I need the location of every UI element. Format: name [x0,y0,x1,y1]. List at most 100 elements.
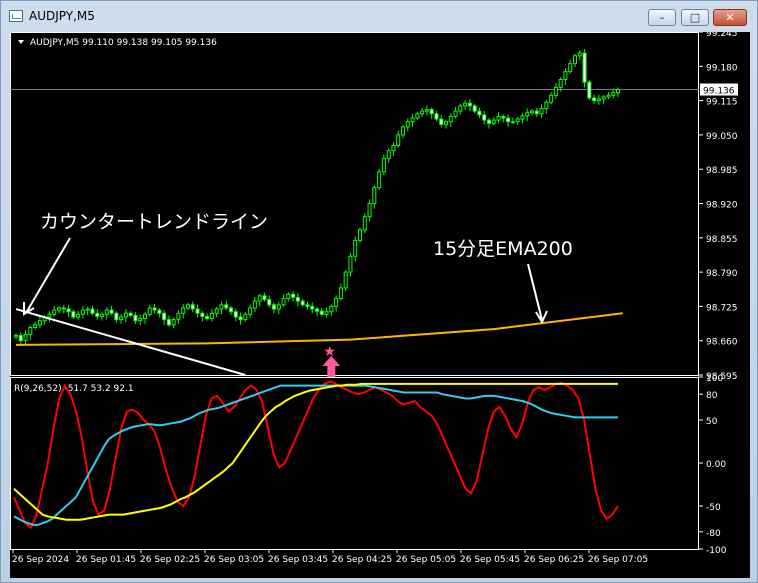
bull-candle [444,121,448,125]
bull-candle [123,312,128,318]
time-tick-label: 26 Sep 01:45 [76,555,136,565]
bear-candle [501,115,506,119]
bull-candle [515,118,520,123]
bull-candle [424,109,429,112]
bear-candle [114,312,119,321]
bull-candle [420,110,425,115]
bull-candle [248,307,253,315]
bull-candle [362,216,367,231]
bear-candle [162,312,167,321]
bull-candle [181,307,186,314]
bull-candle [147,307,152,315]
osc-tick-label: -100 [706,546,727,556]
bull-candle [568,63,573,73]
bull-candle [577,52,582,57]
bull-candle [348,255,353,273]
time-tick-label: 26 Sep 2024 [12,555,69,565]
bear-candle [267,299,272,306]
bear-candle [477,110,482,116]
bull-candle [100,313,104,317]
bear-candle [195,308,200,314]
bear-candle [18,334,23,342]
bear-candle [472,105,477,112]
bull-candle [606,94,611,98]
window-titlebar[interactable]: AUDJPY,M5 – □ ✕ [1,1,757,31]
bull-candle [52,309,57,315]
time-tick-label: 26 Sep 04:25 [332,555,392,565]
bear-candle [439,118,444,125]
bear-candle [467,102,472,107]
close-button[interactable]: ✕ [713,9,747,26]
price-tick-label: 98.725 [706,303,738,313]
bull-candle [496,115,501,121]
bull-candle [252,300,257,309]
price-tick-label: 98.920 [706,201,738,211]
bear-candle [128,312,133,316]
bull-candle [520,115,525,120]
bull-candle [47,313,52,318]
bull-candle [33,324,38,329]
bear-candle [224,304,229,309]
osc-tick-label: 0.00 [706,460,726,470]
bull-candle [338,287,343,299]
time-tick-label: 26 Sep 02:25 [140,555,200,565]
bull-candle [286,293,291,299]
bull-candle [119,316,124,321]
time-tick-label: 26 Sep 06:25 [524,555,584,565]
price-tick-label: 99.245 [706,32,738,39]
bull-candle [324,311,329,315]
bull-candle [243,313,248,321]
bear-candle [190,304,195,310]
bull-candle [573,55,577,65]
bear-candle [166,319,171,326]
current-price-label: 99.136 [703,87,735,97]
bear-candle [506,117,511,123]
bear-candle [133,314,138,322]
bull-candle [463,102,468,107]
bull-candle [525,112,530,117]
bull-candle [372,187,377,205]
maximize-button[interactable]: □ [681,9,709,26]
bull-candle [23,333,28,342]
bull-candle [405,121,410,128]
bull-candle [176,312,181,321]
price-tick-label: 98.790 [706,269,738,279]
bear-candle [429,109,434,115]
bear-candle [200,312,205,317]
bear-candle [582,52,587,83]
bull-candle [611,92,616,96]
time-tick-label: 26 Sep 05:05 [396,555,456,565]
bull-candle [386,150,391,160]
bull-candle [491,119,496,124]
chart-canvas[interactable]: 99.245 99.180 99.115 99.050 98.985 98.920 98.8… [10,32,750,578]
osc-tick-label: -50 [706,503,721,513]
minimize-button[interactable]: – [648,9,676,26]
price-tick-label: 98.855 [706,235,738,245]
bear-candle [262,295,267,301]
bear-candle [233,311,238,318]
bull-candle [76,313,81,318]
bear-candle [315,308,319,312]
bull-candle [276,304,281,310]
bear-candle [229,307,233,313]
bull-candle [453,110,458,117]
bull-candle [410,117,415,123]
bull-candle [601,96,606,100]
price-tick-label: 98.660 [706,338,738,348]
bull-candle [415,113,420,119]
bear-candle [238,316,243,321]
bear-candle [109,309,114,314]
bear-candle [152,307,157,311]
bull-candle [358,229,362,241]
bull-candle [563,71,568,80]
time-tick-label: 26 Sep 03:05 [204,555,264,565]
bear-candle [487,119,491,124]
osc-tick-label: 50 [706,417,718,427]
bull-candle [219,304,224,310]
bull-candle [401,126,405,136]
chart-background [10,32,750,578]
bear-candle [71,311,76,318]
bull-candle [143,313,147,320]
entry-star-icon: ★ [323,344,336,360]
osc-tick-label: 80 [706,391,718,401]
